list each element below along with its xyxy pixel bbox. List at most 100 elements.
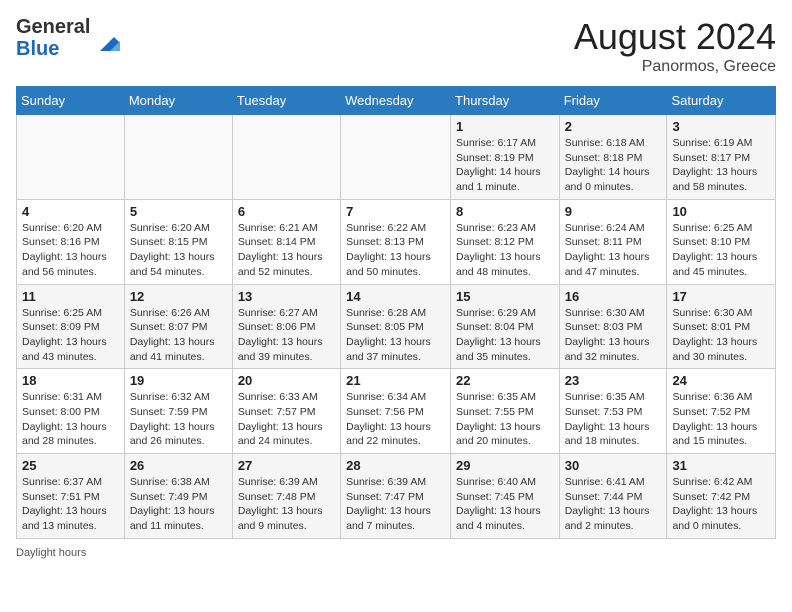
day-number: 2	[565, 119, 662, 134]
day-info: Sunrise: 6:20 AM Sunset: 8:15 PM Dayligh…	[130, 221, 227, 280]
footer: Daylight hours	[16, 547, 776, 559]
day-info: Sunrise: 6:29 AM Sunset: 8:04 PM Dayligh…	[456, 306, 554, 365]
day-number: 13	[238, 289, 335, 304]
page-header: General Blue August 2024 Panormos, Greec…	[16, 16, 776, 76]
calendar-cell: 8 Sunrise: 6:23 AM Sunset: 8:12 PM Daylig…	[451, 199, 560, 284]
day-number: 7	[346, 204, 445, 219]
month-year: August 2024	[574, 16, 776, 58]
day-number: 29	[456, 458, 554, 473]
day-info: Sunrise: 6:17 AM Sunset: 8:19 PM Dayligh…	[456, 136, 554, 195]
day-info: Sunrise: 6:32 AM Sunset: 7:59 PM Dayligh…	[130, 390, 227, 449]
day-number: 18	[22, 373, 119, 388]
day-info: Sunrise: 6:36 AM Sunset: 7:52 PM Dayligh…	[672, 390, 770, 449]
day-number: 24	[672, 373, 770, 388]
day-number: 22	[456, 373, 554, 388]
day-info: Sunrise: 6:19 AM Sunset: 8:17 PM Dayligh…	[672, 136, 770, 195]
day-info: Sunrise: 6:21 AM Sunset: 8:14 PM Dayligh…	[238, 221, 335, 280]
day-number: 1	[456, 119, 554, 134]
day-number: 21	[346, 373, 445, 388]
calendar-cell: 11 Sunrise: 6:25 AM Sunset: 8:09 PM Dayli…	[17, 284, 125, 369]
day-number: 26	[130, 458, 227, 473]
calendar-cell: 27Sunrise: 6:39 AM Sunset: 7:48 PM Dayli…	[232, 454, 340, 539]
calendar-cell	[17, 115, 125, 200]
calendar-cell: 19Sunrise: 6:32 AM Sunset: 7:59 PM Dayli…	[124, 369, 232, 454]
logo-general-text: General	[16, 16, 90, 38]
day-number: 17	[672, 289, 770, 304]
calendar-cell: 31Sunrise: 6:42 AM Sunset: 7:42 PM Dayli…	[667, 454, 776, 539]
calendar-week-row: 11 Sunrise: 6:25 AM Sunset: 8:09 PM Dayli…	[17, 284, 776, 369]
calendar-cell: 21 Sunrise: 6:34 AM Sunset: 7:56 PM Dayli…	[341, 369, 451, 454]
day-info: Sunrise: 6:25 AM Sunset: 8:10 PM Dayligh…	[672, 221, 770, 280]
calendar-header-row: SundayMondayTuesdayWednesdayThursdayFrid…	[17, 87, 776, 115]
day-number: 3	[672, 119, 770, 134]
daylight-label: Daylight hours	[16, 547, 86, 559]
day-info: Sunrise: 6:39 AM Sunset: 7:47 PM Dayligh…	[346, 475, 445, 534]
calendar-day-header: Wednesday	[341, 87, 451, 115]
calendar-week-row: 1 Sunrise: 6:17 AM Sunset: 8:19 PM Daylig…	[17, 115, 776, 200]
day-info: Sunrise: 6:34 AM Sunset: 7:56 PM Dayligh…	[346, 390, 445, 449]
logo: General Blue	[16, 16, 122, 60]
calendar-cell: 30 Sunrise: 6:41 AM Sunset: 7:44 PM Dayli…	[559, 454, 667, 539]
day-info: Sunrise: 6:30 AM Sunset: 8:01 PM Dayligh…	[672, 306, 770, 365]
day-info: Sunrise: 6:20 AM Sunset: 8:16 PM Dayligh…	[22, 221, 119, 280]
calendar-cell: 14Sunrise: 6:28 AM Sunset: 8:05 PM Dayli…	[341, 284, 451, 369]
calendar-cell: 22 Sunrise: 6:35 AM Sunset: 7:55 PM Dayli…	[451, 369, 560, 454]
day-number: 23	[565, 373, 662, 388]
day-info: Sunrise: 6:24 AM Sunset: 8:11 PM Dayligh…	[565, 221, 662, 280]
calendar-cell	[124, 115, 232, 200]
calendar-day-header: Friday	[559, 87, 667, 115]
calendar-cell: 28 Sunrise: 6:39 AM Sunset: 7:47 PM Dayli…	[341, 454, 451, 539]
calendar-cell: 3 Sunrise: 6:19 AM Sunset: 8:17 PM Daylig…	[667, 115, 776, 200]
calendar-day-header: Tuesday	[232, 87, 340, 115]
day-number: 30	[565, 458, 662, 473]
calendar-cell: 6Sunrise: 6:21 AM Sunset: 8:14 PM Daylig…	[232, 199, 340, 284]
logo-blue-text: Blue	[16, 38, 59, 60]
calendar-cell: 24 Sunrise: 6:36 AM Sunset: 7:52 PM Dayli…	[667, 369, 776, 454]
day-number: 15	[456, 289, 554, 304]
day-number: 4	[22, 204, 119, 219]
day-info: Sunrise: 6:33 AM Sunset: 7:57 PM Dayligh…	[238, 390, 335, 449]
day-number: 10	[672, 204, 770, 219]
location: Panormos, Greece	[574, 58, 776, 76]
day-info: Sunrise: 6:41 AM Sunset: 7:44 PM Dayligh…	[565, 475, 662, 534]
calendar-cell: 18 Sunrise: 6:31 AM Sunset: 8:00 PM Dayli…	[17, 369, 125, 454]
calendar-day-header: Sunday	[17, 87, 125, 115]
calendar-week-row: 4 Sunrise: 6:20 AM Sunset: 8:16 PM Daylig…	[17, 199, 776, 284]
day-info: Sunrise: 6:31 AM Sunset: 8:00 PM Dayligh…	[22, 390, 119, 449]
day-number: 16	[565, 289, 662, 304]
day-info: Sunrise: 6:35 AM Sunset: 7:55 PM Dayligh…	[456, 390, 554, 449]
day-info: Sunrise: 6:23 AM Sunset: 8:12 PM Dayligh…	[456, 221, 554, 280]
day-number: 28	[346, 458, 445, 473]
calendar-cell: 5 Sunrise: 6:20 AM Sunset: 8:15 PM Daylig…	[124, 199, 232, 284]
day-info: Sunrise: 6:38 AM Sunset: 7:49 PM Dayligh…	[130, 475, 227, 534]
calendar-cell	[341, 115, 451, 200]
day-info: Sunrise: 6:35 AM Sunset: 7:53 PM Dayligh…	[565, 390, 662, 449]
calendar-cell: 4 Sunrise: 6:20 AM Sunset: 8:16 PM Daylig…	[17, 199, 125, 284]
day-number: 9	[565, 204, 662, 219]
day-number: 12	[130, 289, 227, 304]
day-number: 31	[672, 458, 770, 473]
day-number: 8	[456, 204, 554, 219]
calendar-cell: 1 Sunrise: 6:17 AM Sunset: 8:19 PM Daylig…	[451, 115, 560, 200]
calendar-cell: 29Sunrise: 6:40 AM Sunset: 7:45 PM Dayli…	[451, 454, 560, 539]
day-number: 5	[130, 204, 227, 219]
day-info: Sunrise: 6:37 AM Sunset: 7:51 PM Dayligh…	[22, 475, 119, 534]
calendar-table: SundayMondayTuesdayWednesdayThursdayFrid…	[16, 86, 776, 539]
day-info: Sunrise: 6:30 AM Sunset: 8:03 PM Dayligh…	[565, 306, 662, 365]
day-info: Sunrise: 6:39 AM Sunset: 7:48 PM Dayligh…	[238, 475, 335, 534]
calendar-cell: 9 Sunrise: 6:24 AM Sunset: 8:11 PM Daylig…	[559, 199, 667, 284]
day-info: Sunrise: 6:25 AM Sunset: 8:09 PM Dayligh…	[22, 306, 119, 365]
logo-icon	[92, 23, 122, 53]
calendar-day-header: Thursday	[451, 87, 560, 115]
calendar-cell: 25Sunrise: 6:37 AM Sunset: 7:51 PM Dayli…	[17, 454, 125, 539]
calendar-cell: 13 Sunrise: 6:27 AM Sunset: 8:06 PM Dayli…	[232, 284, 340, 369]
day-number: 11	[22, 289, 119, 304]
day-info: Sunrise: 6:26 AM Sunset: 8:07 PM Dayligh…	[130, 306, 227, 365]
calendar-week-row: 18 Sunrise: 6:31 AM Sunset: 8:00 PM Dayli…	[17, 369, 776, 454]
calendar-cell: 20 Sunrise: 6:33 AM Sunset: 7:57 PM Dayli…	[232, 369, 340, 454]
day-info: Sunrise: 6:27 AM Sunset: 8:06 PM Dayligh…	[238, 306, 335, 365]
calendar-cell: 7Sunrise: 6:22 AM Sunset: 8:13 PM Daylig…	[341, 199, 451, 284]
day-number: 20	[238, 373, 335, 388]
calendar-cell: 10 Sunrise: 6:25 AM Sunset: 8:10 PM Dayli…	[667, 199, 776, 284]
title-block: August 2024 Panormos, Greece	[574, 16, 776, 76]
